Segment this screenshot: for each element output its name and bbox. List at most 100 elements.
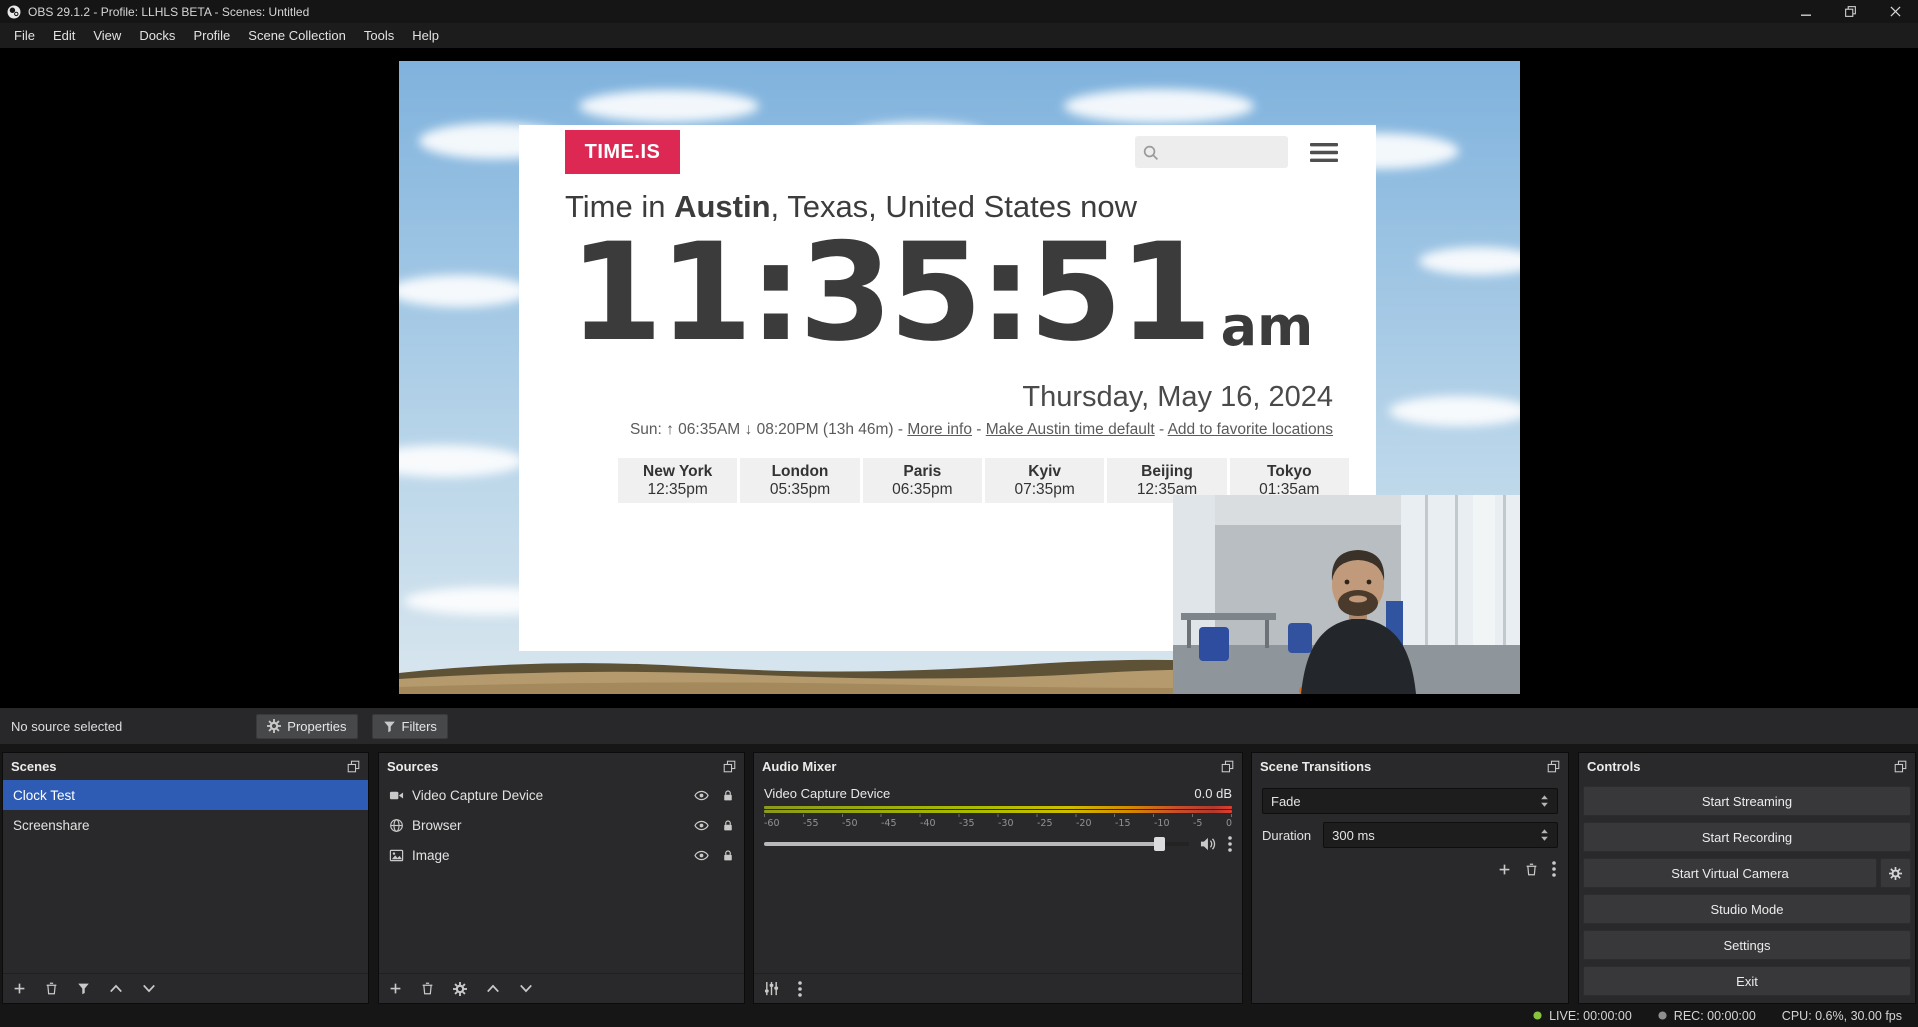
hamburger-menu-icon[interactable]: [1310, 142, 1338, 163]
search-icon: [1142, 144, 1159, 161]
lock-icon[interactable]: [722, 849, 734, 862]
move-scene-up-button[interactable]: [109, 984, 123, 993]
menu-view[interactable]: View: [84, 25, 130, 46]
menu-file[interactable]: File: [5, 25, 44, 46]
studio-mode-button[interactable]: Studio Mode: [1583, 894, 1911, 924]
visibility-eye-icon[interactable]: [694, 818, 709, 833]
transition-select[interactable]: Fade: [1262, 788, 1558, 814]
start-streaming-button[interactable]: Start Streaming: [1583, 786, 1911, 816]
live-status: LIVE: 00:00:00: [1533, 1009, 1632, 1023]
transition-options-dots-icon[interactable]: [1552, 861, 1556, 877]
mixer-source-name: Video Capture Device: [764, 786, 890, 801]
add-transition-button[interactable]: [1498, 861, 1511, 877]
add-favorite-link[interactable]: Add to favorite locations: [1168, 421, 1333, 438]
source-item-image[interactable]: Image: [379, 840, 744, 870]
timeis-clock: 11:35:51 am: [569, 225, 1313, 360]
window-title: OBS 29.1.2 - Profile: LLHLS BETA - Scene…: [28, 5, 309, 19]
add-source-button[interactable]: [389, 982, 402, 995]
scenes-panel-header[interactable]: Scenes: [3, 753, 368, 780]
move-source-down-button[interactable]: [519, 984, 533, 993]
settings-button[interactable]: Settings: [1583, 930, 1911, 960]
audio-mixer-panel-header[interactable]: Audio Mixer: [754, 753, 1242, 780]
menubar: File Edit View Docks Profile Scene Colle…: [0, 23, 1918, 48]
sources-panel: Sources Video Capture Device Browser: [378, 752, 745, 1004]
menu-scene-collection[interactable]: Scene Collection: [239, 25, 355, 46]
mixer-options-dots-icon[interactable]: [798, 981, 802, 997]
minimize-button[interactable]: [1783, 0, 1828, 23]
scene-item-clock-test[interactable]: Clock Test: [3, 780, 368, 810]
search-input[interactable]: [1165, 144, 1275, 160]
scenes-panel-title: Scenes: [11, 759, 57, 774]
controls-panel-header[interactable]: Controls: [1579, 753, 1915, 780]
source-item-video-capture[interactable]: Video Capture Device: [379, 780, 744, 810]
more-info-link[interactable]: More info: [907, 421, 972, 438]
menu-docks[interactable]: Docks: [130, 25, 184, 46]
transitions-panel-header[interactable]: Scene Transitions: [1252, 753, 1568, 780]
volume-meter: [764, 810, 1232, 813]
exit-button[interactable]: Exit: [1583, 966, 1911, 996]
popout-icon: [723, 760, 736, 773]
menu-tools[interactable]: Tools: [355, 25, 403, 46]
maximize-button[interactable]: [1828, 0, 1873, 23]
add-scene-button[interactable]: [13, 982, 26, 995]
duration-spinbox[interactable]: 300 ms: [1323, 822, 1558, 848]
advanced-audio-icon[interactable]: [764, 981, 779, 996]
filter-icon: [383, 720, 396, 733]
speaker-icon[interactable]: [1200, 837, 1217, 851]
statusbar: LIVE: 00:00:00 REC: 00:00:00 CPU: 0.6%, …: [0, 1004, 1918, 1027]
duration-label: Duration: [1262, 828, 1311, 843]
lock-icon[interactable]: [722, 819, 734, 832]
remove-source-button[interactable]: [421, 982, 434, 995]
timeis-search-box[interactable]: [1135, 136, 1288, 168]
webcam-video-source[interactable]: [1173, 495, 1520, 694]
stream-health-icon: [1533, 1011, 1542, 1020]
controls-panel: Controls Start Streaming Start Recording…: [1578, 752, 1916, 1004]
move-scene-down-button[interactable]: [142, 984, 156, 993]
move-source-up-button[interactable]: [486, 984, 500, 993]
scene-item-screenshare[interactable]: Screenshare: [3, 810, 368, 840]
scene-filters-button[interactable]: [77, 982, 90, 995]
controls-title: Controls: [1587, 759, 1640, 774]
lock-icon[interactable]: [722, 789, 734, 802]
close-button[interactable]: [1873, 0, 1918, 23]
menu-help[interactable]: Help: [403, 25, 448, 46]
rec-status: REC: 00:00:00: [1658, 1009, 1756, 1023]
clock-time: 11:35:51: [569, 225, 1209, 360]
start-recording-button[interactable]: Start Recording: [1583, 822, 1911, 852]
popout-icon: [1221, 760, 1234, 773]
menu-profile[interactable]: Profile: [184, 25, 239, 46]
mixer-db-value: 0.0 dB: [1194, 786, 1232, 801]
mixer-menu-dots-icon[interactable]: [1228, 836, 1232, 852]
properties-button[interactable]: Properties: [256, 714, 357, 739]
titlebar[interactable]: OBS 29.1.2 - Profile: LLHLS BETA - Scene…: [0, 0, 1918, 23]
scene-transitions-panel: Scene Transitions Fade Duration 300 ms: [1251, 752, 1569, 1004]
meter-ticks: [764, 814, 1232, 817]
scenes-toolbar: [3, 973, 368, 1003]
virtual-camera-config-button[interactable]: [1880, 858, 1911, 888]
volume-slider-handle[interactable]: [1154, 837, 1165, 851]
world-clock-kyiv[interactable]: Kyiv07:35pm: [985, 458, 1104, 503]
preview-area[interactable]: TIME.IS Time in Austin, Texas, United St…: [0, 48, 1918, 708]
spin-arrows-icon[interactable]: [1540, 828, 1549, 842]
world-clock-newyork[interactable]: New York12:35pm: [618, 458, 737, 503]
gear-icon: [267, 719, 281, 733]
menu-edit[interactable]: Edit: [44, 25, 84, 46]
filters-button[interactable]: Filters: [372, 714, 448, 739]
world-clock-paris[interactable]: Paris06:35pm: [863, 458, 982, 503]
remove-scene-button[interactable]: [45, 982, 58, 995]
start-virtual-camera-button[interactable]: Start Virtual Camera: [1583, 858, 1877, 888]
volume-slider[interactable]: [764, 837, 1189, 851]
remove-transition-button[interactable]: [1525, 861, 1538, 877]
program-canvas[interactable]: TIME.IS Time in Austin, Texas, United St…: [399, 61, 1520, 694]
world-clock-london[interactable]: London05:35pm: [740, 458, 859, 503]
source-properties-button[interactable]: [453, 982, 467, 996]
make-default-link[interactable]: Make Austin time default: [986, 421, 1155, 438]
popout-icon: [1547, 760, 1560, 773]
visibility-eye-icon[interactable]: [694, 848, 709, 863]
visibility-eye-icon[interactable]: [694, 788, 709, 803]
source-item-browser[interactable]: Browser: [379, 810, 744, 840]
no-source-status: No source selected: [11, 719, 122, 734]
sources-panel-header[interactable]: Sources: [379, 753, 744, 780]
combo-arrows-icon: [1540, 794, 1549, 808]
timeis-sun-line: Sun: ↑ 06:35AM ↓ 08:20PM (13h 46m) - Mor…: [630, 421, 1333, 439]
